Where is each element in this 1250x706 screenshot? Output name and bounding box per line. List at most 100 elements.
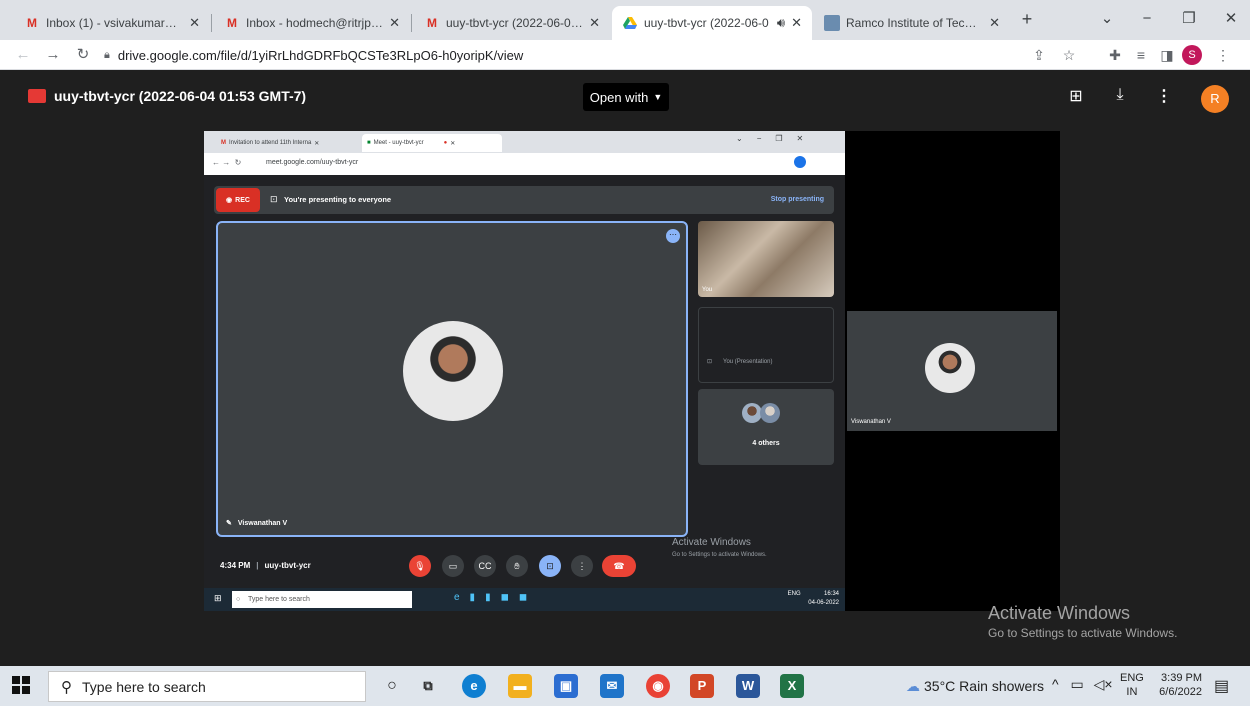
- add-shortcut-icon[interactable]: ⊞: [1064, 86, 1088, 106]
- taskbar-clock[interactable]: 3:39 PM 6/6/2022: [1150, 671, 1202, 699]
- more-options-icon: ⋯: [666, 229, 680, 243]
- close-tab-icon[interactable]: ✕: [989, 15, 1000, 31]
- new-tab-button[interactable]: +: [1012, 6, 1042, 32]
- back-button[interactable]: ←: [12, 44, 34, 66]
- extensions-icon[interactable]: ✚: [1104, 44, 1126, 66]
- stop-presenting-button: Stop presenting: [770, 196, 824, 203]
- system-tray[interactable]: ^ ▭ ◁×: [1052, 676, 1113, 693]
- presentation-icon: ⊡: [707, 359, 713, 365]
- recorded-address-bar: ← → ↻ meet.google.com/uuy-tbvt-ycr: [204, 153, 845, 175]
- mail-icon[interactable]: ✉: [600, 674, 624, 698]
- language-indicator[interactable]: ENG IN: [1120, 671, 1144, 699]
- browser-tab-bar: M Inbox (1) - vsivakumar@ritrjp ✕ M Inbo…: [0, 0, 1250, 40]
- tab-ramco[interactable]: Ramco Institute of Technolo ✕: [814, 6, 1010, 40]
- restore-button[interactable]: ❐: [1174, 6, 1204, 32]
- excel-icon[interactable]: X: [780, 674, 804, 698]
- gmail-icon: M: [27, 16, 37, 30]
- audio-icon[interactable]: 🔊︎: [777, 15, 785, 31]
- windows-start-icon[interactable]: [12, 676, 32, 696]
- recorded-browser-tabs: M Invitation to attend 11th Interna ✕ ■ M…: [204, 131, 845, 175]
- network-icon[interactable]: ▭: [1070, 676, 1083, 692]
- recorded-taskbar: ⊞ ○ Type here to search e▮▮◼◼ ENG 16:34 …: [204, 588, 845, 611]
- participant-name: ✎ Viswanathan V: [226, 520, 288, 527]
- participant-avatar: [403, 321, 503, 421]
- account-avatar[interactable]: R: [1201, 85, 1229, 113]
- recorded-taskbar-apps: e▮▮◼◼: [454, 592, 538, 603]
- others-tile: 4 others: [698, 389, 834, 465]
- record-icon: ◉: [226, 197, 233, 204]
- url-field[interactable]: 🔒︎ drive.google.com/file/d/1yiRrLhdGDRFb…: [104, 44, 984, 66]
- site-icon: [824, 15, 840, 31]
- cortana-icon[interactable]: ○: [380, 674, 404, 698]
- chevron-up-icon[interactable]: ^: [1052, 676, 1059, 692]
- search-icon: ⚲: [61, 678, 72, 696]
- profile-avatar[interactable]: S: [1182, 45, 1202, 65]
- chevron-down-icon: ▼: [653, 92, 663, 102]
- browser-menu-icon[interactable]: ⋮: [1212, 44, 1234, 66]
- main-participant-tile: ⋯ ✎ Viswanathan V: [216, 221, 688, 537]
- recording-dot-icon: ●: [443, 140, 448, 146]
- tab-drive-active[interactable]: uuy-tbvt-ycr (2022-06-0 🔊︎ ✕: [612, 6, 812, 40]
- open-with-button[interactable]: Open with ▼: [583, 83, 669, 111]
- more-options-icon[interactable]: ⋮: [1152, 86, 1176, 106]
- present-screen-icon: ⊡: [270, 194, 278, 204]
- video-player[interactable]: M Invitation to attend 11th Interna ✕ ■ M…: [204, 131, 1060, 611]
- search-icon: ○: [236, 596, 241, 603]
- recorded-screen: M Invitation to attend 11th Interna ✕ ■ M…: [204, 131, 845, 611]
- close-tab-icon[interactable]: ✕: [189, 15, 200, 31]
- drive-icon: [622, 15, 638, 31]
- recorded-window-controls: ⌄−❐✕: [736, 134, 818, 143]
- minimize-button[interactable]: −: [1132, 6, 1162, 32]
- meet-icon: ■: [367, 140, 371, 146]
- word-icon[interactable]: W: [736, 674, 760, 698]
- leave-call-icon: ☎︎: [602, 555, 636, 577]
- windows-start-icon: ⊞: [214, 593, 222, 603]
- store-icon[interactable]: ▣: [554, 674, 578, 698]
- chrome-icon[interactable]: ◉: [646, 674, 670, 698]
- gmail-icon: M: [227, 16, 237, 30]
- share-icon[interactable]: ⇪: [1028, 44, 1050, 66]
- tab-gmail-inbox-1[interactable]: M Inbox (1) - vsivakumar@ritrjp ✕: [14, 6, 210, 40]
- self-video-tile: You: [698, 221, 834, 297]
- speaker-icon[interactable]: ◁×: [1094, 676, 1113, 692]
- file-explorer-icon[interactable]: ▬: [508, 674, 532, 698]
- weather-widget[interactable]: ☁ 35°C Rain showers: [906, 678, 1044, 695]
- more-options-icon: ⋮: [571, 555, 593, 577]
- tab-gmail-recording[interactable]: M uuy-tbvt-ycr (2022-06-04 01 ✕: [414, 6, 610, 40]
- edge-icon[interactable]: e: [462, 674, 486, 698]
- close-window-button[interactable]: ✕: [1216, 6, 1246, 32]
- participant-avatar: [742, 403, 762, 423]
- reading-list-icon[interactable]: ≡: [1130, 44, 1152, 66]
- activate-windows-watermark-inner: Activate Windows Go to Settings to activ…: [672, 537, 767, 558]
- close-tab-icon[interactable]: ✕: [389, 15, 400, 31]
- reload-button[interactable]: ↻: [72, 44, 94, 66]
- recorded-tab: M Invitation to attend 11th Interna ✕: [221, 140, 320, 147]
- gmail-icon: M: [427, 16, 437, 30]
- bookmark-star-icon[interactable]: ☆: [1058, 44, 1080, 66]
- download-icon[interactable]: ⤓: [1108, 86, 1132, 104]
- task-view-icon[interactable]: ⧉: [416, 674, 440, 698]
- participant-avatar: [925, 343, 975, 393]
- recorded-nav-icons: ← → ↻: [212, 158, 242, 167]
- activate-windows-watermark: Activate Windows Go to Settings to activ…: [988, 603, 1178, 640]
- video-file-icon: [28, 89, 46, 103]
- captions-icon: CC: [474, 555, 496, 577]
- forward-button[interactable]: →: [42, 44, 64, 66]
- tab-search-icon[interactable]: ⌄: [1092, 6, 1122, 32]
- recorded-tray: ENG 16:34 04-06-2022: [787, 591, 839, 606]
- powerpoint-icon[interactable]: P: [690, 674, 714, 698]
- recorded-search-box: ○ Type here to search: [232, 591, 412, 608]
- side-panel-icon[interactable]: ◨: [1156, 44, 1178, 66]
- taskbar-search-input[interactable]: ⚲ Type here to search: [48, 671, 366, 702]
- address-bar: ← → ↻ 🔒︎ drive.google.com/file/d/1yiRrLh…: [0, 40, 1250, 70]
- meeting-info: 4:34 PM | uuy-tbvt-ycr: [220, 561, 311, 570]
- windows-taskbar: ⚲ Type here to search ○ ⧉ e ▬ ▣ ✉ ◉ P W …: [0, 666, 1250, 706]
- mic-off-icon: 🎙︎: [409, 555, 431, 577]
- presentation-tile: ⊡ You (Presentation): [698, 307, 834, 383]
- close-tab-icon[interactable]: ✕: [589, 15, 600, 31]
- close-tab-icon[interactable]: ✕: [791, 15, 802, 31]
- weather-cloud-icon: ☁: [906, 678, 920, 694]
- notification-center-icon[interactable]: ▤: [1214, 676, 1229, 696]
- tab-gmail-inbox-2[interactable]: M Inbox - hodmech@ritrjpm.ac ✕: [214, 6, 410, 40]
- file-title: uuy-tbvt-ycr (2022-06-04 01:53 GMT-7): [54, 88, 307, 104]
